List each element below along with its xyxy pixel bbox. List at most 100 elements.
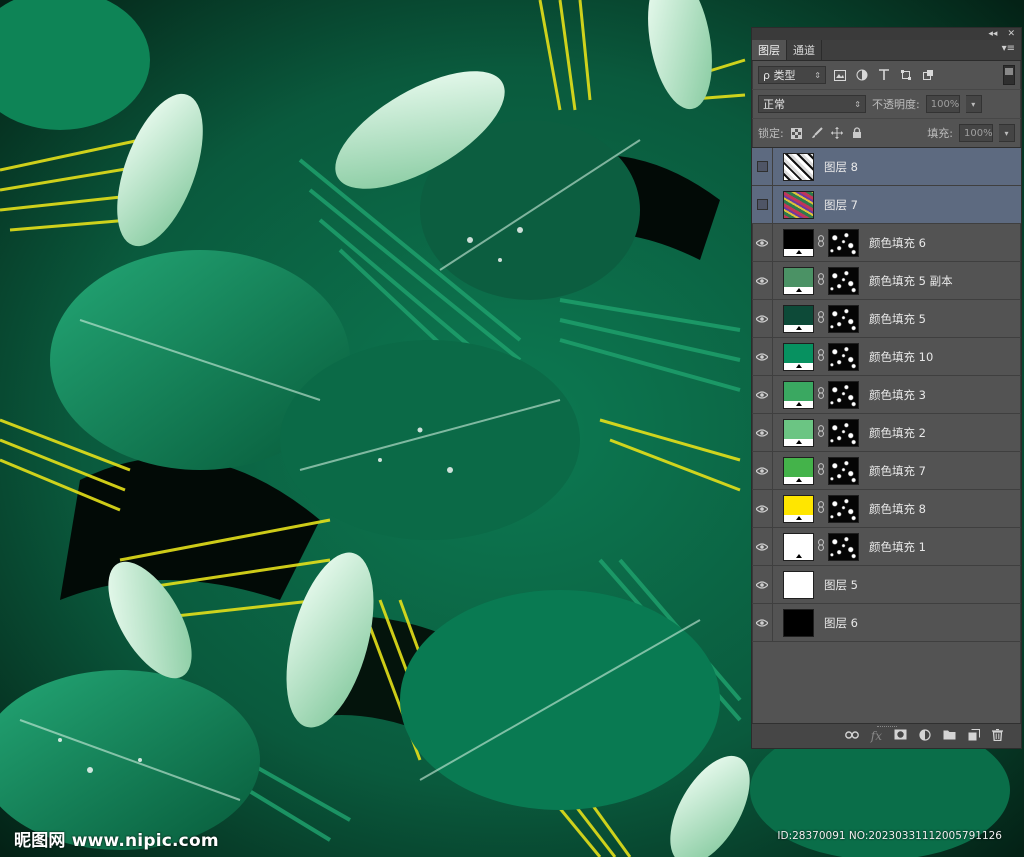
link-icon[interactable] — [844, 729, 859, 743]
fill-color-thumbnail[interactable] — [783, 342, 814, 371]
layer-row[interactable]: 颜色填充 5 — [752, 299, 1021, 338]
fill-color-thumbnail[interactable] — [783, 532, 814, 561]
layer-mask-thumbnail[interactable] — [828, 532, 859, 561]
layer-mask-thumbnail[interactable] — [828, 266, 859, 295]
layer-name: 颜色填充 8 — [869, 501, 926, 516]
mask-pattern — [829, 533, 858, 560]
mask-link-icon[interactable] — [814, 273, 828, 288]
visibility-eye-icon[interactable] — [752, 223, 773, 262]
pixel-filter-icon[interactable] — [832, 67, 848, 83]
layer-mask-thumbnail[interactable] — [828, 228, 859, 257]
visibility-off-checkbox[interactable] — [752, 185, 773, 224]
collapse-icon[interactable]: ◂◂ — [988, 29, 997, 39]
fill-slider-icon — [784, 438, 813, 446]
type-filter-icon[interactable] — [876, 67, 892, 83]
layer-row[interactable]: 颜色填充 5 副本 — [752, 261, 1021, 300]
close-icon[interactable]: ✕ — [1007, 29, 1015, 39]
mask-link-icon[interactable] — [814, 501, 828, 516]
mask-icon[interactable] — [894, 729, 907, 743]
layer-row[interactable]: 颜色填充 6 — [752, 223, 1021, 262]
mask-link-icon[interactable] — [814, 425, 828, 440]
layer-thumbnail[interactable] — [783, 152, 814, 181]
lock-pixels-brush-icon[interactable] — [810, 126, 824, 140]
shape-filter-icon[interactable] — [898, 67, 914, 83]
layer-list: 图层 8 图层 7 颜色填充 6 颜色填充 5 副本 颜色填充 5 颜色填充 10 颜色填充… — [752, 147, 1021, 642]
mask-link-icon[interactable] — [814, 235, 828, 250]
fx-icon[interactable]: fx — [871, 729, 882, 743]
lock-transparency-icon[interactable] — [790, 126, 804, 140]
resize-grip[interactable] — [876, 726, 897, 729]
layer-row[interactable]: 图层 7 — [752, 185, 1021, 224]
layer-mask-thumbnail[interactable] — [828, 494, 859, 523]
trash-icon[interactable] — [992, 728, 1003, 744]
visibility-eye-icon[interactable] — [752, 489, 773, 528]
mask-pattern — [829, 305, 858, 332]
panel-menu-icon[interactable]: ▾≡ — [1002, 43, 1015, 54]
mask-link-icon[interactable] — [814, 349, 828, 364]
layer-row[interactable]: 颜色填充 1 — [752, 527, 1021, 566]
mask-link-icon[interactable] — [814, 463, 828, 478]
lock-all-padlock-icon[interactable] — [850, 126, 864, 140]
fill-field[interactable]: 100% — [959, 124, 993, 142]
fill-color-thumbnail[interactable] — [783, 228, 814, 257]
adjustment-filter-icon[interactable] — [854, 67, 870, 83]
visibility-eye-icon[interactable] — [752, 413, 773, 452]
layer-row[interactable]: 颜色填充 8 — [752, 489, 1021, 528]
fill-color-thumbnail[interactable] — [783, 418, 814, 447]
layer-mask-thumbnail[interactable] — [828, 380, 859, 409]
fill-color-thumbnail[interactable] — [783, 266, 814, 295]
visibility-eye-icon[interactable] — [752, 603, 773, 642]
mask-pattern — [829, 267, 858, 294]
layer-row[interactable]: 颜色填充 7 — [752, 451, 1021, 490]
fill-slider-icon — [784, 552, 813, 560]
select-arrow-icon: ⇕ — [814, 70, 821, 80]
visibility-off-checkbox[interactable] — [752, 147, 773, 186]
tab-layers[interactable]: 图层 — [752, 40, 787, 60]
fill-color-thumbnail[interactable] — [783, 456, 814, 485]
adjustment-icon[interactable] — [919, 728, 931, 744]
layer-row[interactable]: 图层 6 — [752, 603, 1021, 642]
layer-thumbnail[interactable] — [783, 190, 814, 219]
layer-row[interactable]: 颜色填充 3 — [752, 375, 1021, 414]
layer-row[interactable]: 图层 8 — [752, 147, 1021, 186]
lock-position-move-icon[interactable] — [830, 126, 844, 140]
mask-link-icon[interactable] — [814, 539, 828, 554]
visibility-eye-icon[interactable] — [752, 261, 773, 300]
visibility-eye-icon[interactable] — [752, 375, 773, 414]
opacity-dropdown-icon[interactable]: ▾ — [965, 95, 982, 113]
visibility-eye-icon[interactable] — [752, 299, 773, 338]
fill-color-thumbnail[interactable] — [783, 304, 814, 333]
layer-name: 图层 8 — [824, 159, 858, 174]
layer-row[interactable]: 图层 5 — [752, 565, 1021, 604]
layer-thumbnail[interactable] — [783, 608, 814, 637]
visibility-eye-icon[interactable] — [752, 527, 773, 566]
panel-titlebar: ◂◂ ✕ — [752, 28, 1021, 40]
group-folder-icon[interactable] — [943, 729, 956, 743]
layer-name: 颜色填充 5 — [869, 311, 926, 326]
visibility-eye-icon[interactable] — [752, 565, 773, 604]
mask-link-icon[interactable] — [814, 311, 828, 326]
mask-pattern — [829, 381, 858, 408]
layer-thumbnail[interactable] — [783, 570, 814, 599]
visibility-eye-icon[interactable] — [752, 451, 773, 490]
filter-kind-label: ρ 类型 — [763, 69, 796, 82]
mask-link-icon[interactable] — [814, 387, 828, 402]
fill-color-thumbnail[interactable] — [783, 380, 814, 409]
fill-dropdown-icon[interactable]: ▾ — [999, 124, 1015, 142]
layer-mask-thumbnail[interactable] — [828, 456, 859, 485]
fill-color-thumbnail[interactable] — [783, 494, 814, 523]
layer-mask-thumbnail[interactable] — [828, 418, 859, 447]
layer-mask-thumbnail[interactable] — [828, 342, 859, 371]
layer-mask-thumbnail[interactable] — [828, 304, 859, 333]
opacity-field[interactable]: 100% — [925, 95, 960, 113]
blend-mode-select[interactable]: 正常 ⇕ — [758, 95, 866, 113]
filter-toggle-switch[interactable] — [1003, 65, 1015, 85]
new-layer-icon[interactable] — [968, 728, 980, 744]
visibility-eye-icon[interactable] — [752, 337, 773, 376]
layer-row[interactable]: 颜色填充 10 — [752, 337, 1021, 376]
panel-footer: fx — [752, 723, 1021, 748]
smart-object-filter-icon[interactable] — [920, 67, 936, 83]
layer-row[interactable]: 颜色填充 2 — [752, 413, 1021, 452]
tab-channels[interactable]: 通道 — [787, 40, 822, 60]
filter-kind-select[interactable]: ρ 类型 ⇕ — [758, 66, 826, 84]
